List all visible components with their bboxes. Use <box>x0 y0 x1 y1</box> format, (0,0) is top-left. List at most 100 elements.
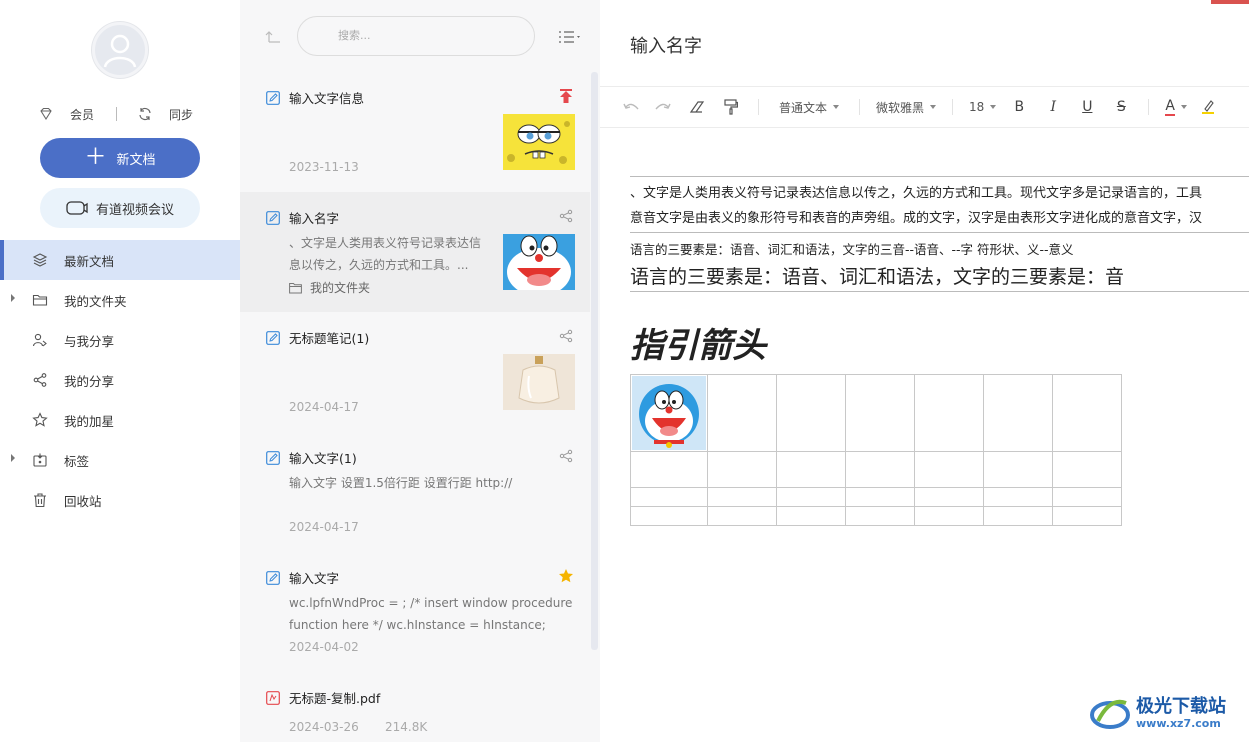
sidebar: 会员 同步 ＋ 新文档 有道视频会议 最新文档 我的文件夹 与我分享 我的分享 … <box>0 0 240 742</box>
table-cell[interactable] <box>1052 506 1122 526</box>
star-filled-icon[interactable] <box>558 568 574 584</box>
note-item[interactable]: 输入文字信息 2023-11-13 <box>240 72 590 192</box>
bold-button[interactable]: B <box>1002 86 1036 128</box>
note-doc-icon <box>266 451 280 465</box>
underline-button[interactable]: U <box>1070 86 1104 128</box>
sidebar-item-starred[interactable]: 我的加星 <box>0 400 240 440</box>
note-date: 2024-04-17 <box>289 520 359 534</box>
table-cell[interactable] <box>776 506 846 526</box>
sidebar-item-tags[interactable]: 标签 <box>0 440 240 480</box>
font-color-dropdown[interactable]: A <box>1159 86 1193 128</box>
table-cell[interactable] <box>707 451 777 488</box>
share-icon[interactable] <box>558 448 574 464</box>
search-input[interactable]: 搜索... <box>297 16 535 56</box>
new-document-label: 新文档 <box>116 152 156 168</box>
note-preview: 、文字是人类用表义符号记录表达信息以传之，久远的方式和工具。... <box>289 236 482 272</box>
table-cell[interactable] <box>914 506 984 526</box>
plus-icon: ＋ <box>84 145 107 170</box>
note-preview: 输入文字 设置1.5倍行距 设置行距 http:// <box>289 476 513 490</box>
redo-icon[interactable] <box>646 86 680 128</box>
sync-link[interactable]: 同步 <box>169 106 193 123</box>
table-cell[interactable] <box>983 506 1053 526</box>
note-item[interactable]: 输入文字(1) 输入文字 设置1.5倍行距 设置行距 http:// 2024-… <box>240 432 590 552</box>
list-view-menu-icon[interactable] <box>558 28 584 46</box>
table-cell[interactable] <box>845 506 915 526</box>
table-cell[interactable] <box>845 374 915 452</box>
note-item-selected[interactable]: 输入名字 、文字是人类用表义符号记录表达信息以传之，久远的方式和工具。... 我… <box>240 192 590 312</box>
parent-folder-icon[interactable] <box>264 28 282 46</box>
table-cell[interactable] <box>707 487 777 507</box>
eraser-icon[interactable] <box>680 86 714 128</box>
table-cell[interactable] <box>1052 487 1122 507</box>
pin-top-icon[interactable] <box>558 88 574 104</box>
sync-icon[interactable] <box>137 106 153 122</box>
expand-caret-icon[interactable] <box>11 454 15 462</box>
document-table[interactable] <box>630 374 1122 526</box>
table-cell[interactable] <box>776 487 846 507</box>
table-cell-image[interactable] <box>630 374 708 452</box>
table-cell[interactable] <box>1052 451 1122 488</box>
note-date: 2024-04-02 <box>289 640 359 654</box>
table-cell[interactable] <box>914 451 984 488</box>
spongebob-thumbnail <box>503 114 575 170</box>
font-size-value: 18 <box>969 100 985 114</box>
note-file-size: 214.8K <box>385 720 428 734</box>
table-cell[interactable] <box>776 451 846 488</box>
table-cell[interactable] <box>914 374 984 452</box>
table-cell[interactable] <box>776 374 846 452</box>
table-cell[interactable] <box>983 374 1053 452</box>
highlight-icon[interactable] <box>1193 86 1223 128</box>
sidebar-item-trash[interactable]: 回收站 <box>0 480 240 520</box>
note-list-panel: 搜索... 输入文字信息 2023-11-13 输入名字 、文字是人类用表义符号… <box>240 0 600 742</box>
note-title: 输入文字信息 <box>289 91 365 106</box>
sidebar-item-my-shares[interactable]: 我的分享 <box>0 360 240 400</box>
sidebar-item-label: 我的加星 <box>64 413 115 429</box>
note-list-scrollbar[interactable] <box>591 72 598 650</box>
sidebar-item-shared-with-me[interactable]: 与我分享 <box>0 320 240 360</box>
folder-icon <box>32 292 48 308</box>
paragraph-style-dropdown[interactable]: 普通文本 <box>769 86 849 128</box>
italic-button[interactable]: I <box>1036 86 1070 128</box>
watermark-url: www.xz7.com <box>1136 716 1221 730</box>
note-item[interactable]: 输入文字 wc.lpfnWndProc = ; /* insert window… <box>240 552 590 672</box>
vip-link[interactable]: 会员 <box>70 106 94 123</box>
sidebar-item-folders[interactable]: 我的文件夹 <box>0 280 240 320</box>
font-family-dropdown[interactable]: 微软雅黑 <box>870 86 942 128</box>
sidebar-item-label: 标签 <box>64 453 90 469</box>
table-cell[interactable] <box>983 451 1053 488</box>
note-item[interactable]: 无标题-复制.pdf 2024-03-26 214.8K <box>240 672 590 742</box>
table-cell[interactable] <box>630 506 708 526</box>
strikethrough-button[interactable]: S <box>1104 86 1138 128</box>
undo-icon[interactable] <box>616 86 646 128</box>
table-cell[interactable] <box>707 374 777 452</box>
expand-caret-icon[interactable] <box>11 294 15 302</box>
watermark-text: 极光下载站 <box>1136 695 1226 717</box>
note-item[interactable]: 无标题笔记(1) 2024-04-17 <box>240 312 590 432</box>
doraemon-thumbnail <box>503 234 575 290</box>
toolbar-divider <box>1148 99 1150 115</box>
font-size-dropdown[interactable]: 18 <box>963 86 1002 128</box>
table-cell[interactable] <box>630 487 708 507</box>
new-document-button[interactable]: ＋ 新文档 <box>40 138 200 178</box>
sidebar-item-label: 我的分享 <box>64 373 115 389</box>
share-icon[interactable] <box>558 328 574 344</box>
avatar[interactable] <box>92 22 148 78</box>
diamond-icon <box>38 106 54 122</box>
table-cell[interactable] <box>983 487 1053 507</box>
sidebar-nav: 最新文档 我的文件夹 与我分享 我的分享 我的加星 标签 回收站 <box>0 240 240 520</box>
table-cell[interactable] <box>1052 374 1122 452</box>
video-meeting-button[interactable]: 有道视频会议 <box>40 188 200 228</box>
share-icon[interactable] <box>558 208 574 224</box>
table-cell[interactable] <box>914 487 984 507</box>
table-cell[interactable] <box>707 506 777 526</box>
vip-sync-row: 会员 同步 <box>38 104 208 124</box>
document-title[interactable]: 输入名字 <box>630 32 702 58</box>
table-cell[interactable] <box>630 451 708 488</box>
video-meeting-label: 有道视频会议 <box>95 202 174 218</box>
sidebar-item-latest[interactable]: 最新文档 <box>0 240 240 280</box>
format-painter-icon[interactable] <box>714 86 748 128</box>
shared-with-me-icon <box>32 332 48 348</box>
note-list-header: 搜索... <box>240 0 600 72</box>
table-cell[interactable] <box>845 451 915 488</box>
table-cell[interactable] <box>845 487 915 507</box>
